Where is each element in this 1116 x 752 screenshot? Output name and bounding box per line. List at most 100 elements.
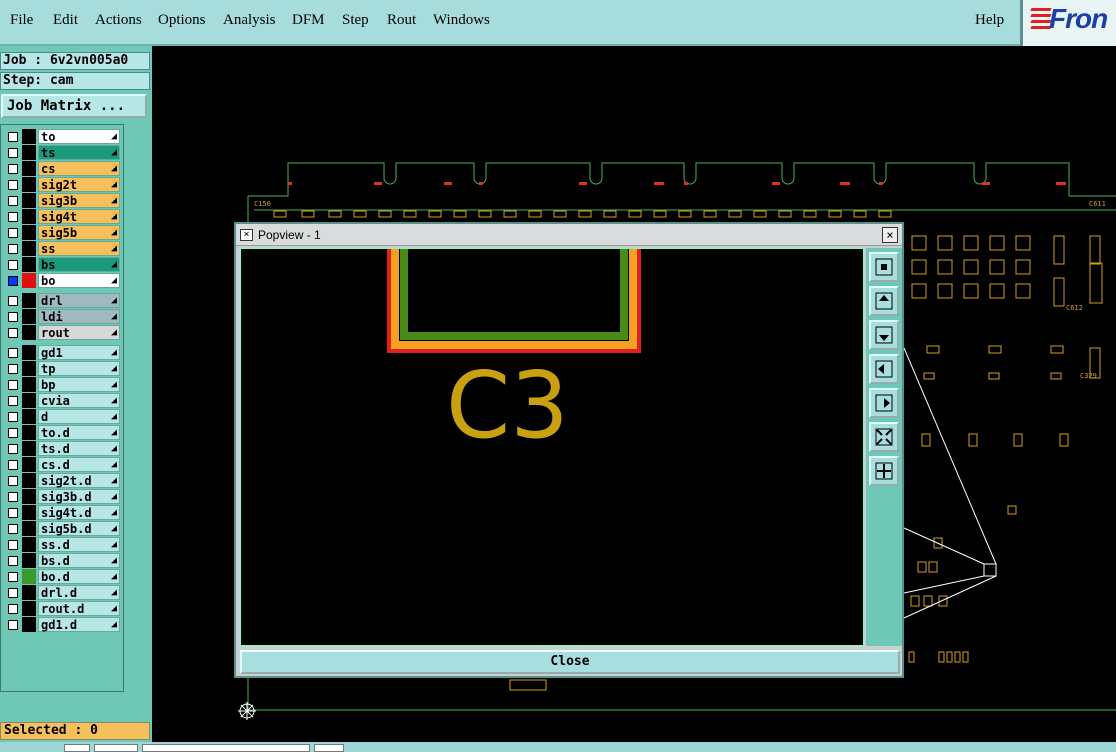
pan-up-button[interactable] xyxy=(869,286,899,316)
layer-color-swatch[interactable] xyxy=(22,193,36,208)
layer-checkbox[interactable] xyxy=(8,296,18,306)
layer-row-drl-d[interactable]: drl.d ◢ xyxy=(3,585,121,600)
layer-checkbox[interactable] xyxy=(8,508,18,518)
layer-color-swatch[interactable] xyxy=(22,457,36,472)
layer-color-swatch[interactable] xyxy=(22,145,36,160)
popview-title[interactable]: Popview - 1 xyxy=(236,224,902,246)
layer-row-bs-d[interactable]: bs.d ◢ xyxy=(3,553,121,568)
menu-edit[interactable]: Edit xyxy=(53,12,78,29)
layer-checkbox[interactable] xyxy=(8,604,18,614)
layer-checkbox[interactable] xyxy=(8,524,18,534)
layer-checkbox[interactable] xyxy=(8,620,18,630)
layer-checkbox[interactable] xyxy=(8,260,18,270)
layer-row-bp[interactable]: bp ◢ xyxy=(3,377,121,392)
layer-name[interactable]: ts.d ◢ xyxy=(38,441,120,456)
layer-name[interactable]: drl.d ◢ xyxy=(38,585,120,600)
layer-name[interactable]: bs.d ◢ xyxy=(38,553,120,568)
layer-color-swatch[interactable] xyxy=(22,325,36,340)
layer-color-swatch[interactable] xyxy=(22,425,36,440)
window-close-icon[interactable]: × xyxy=(882,227,898,243)
layer-row-bs[interactable]: bs ◢ xyxy=(3,257,121,272)
layer-name[interactable]: cvia ◢ xyxy=(38,393,120,408)
layer-row-sig5b-d[interactable]: sig5b.d ◢ xyxy=(3,521,121,536)
layer-checkbox[interactable] xyxy=(8,492,18,502)
layer-name[interactable]: sig5b ◢ xyxy=(38,225,120,240)
pan-down-button[interactable] xyxy=(869,320,899,350)
layer-row-sig3b-d[interactable]: sig3b.d ◢ xyxy=(3,489,121,504)
layer-name[interactable]: to ◢ xyxy=(38,129,120,144)
menu-analysis[interactable]: Analysis xyxy=(223,12,276,29)
layer-row-ts[interactable]: ts ◢ xyxy=(3,145,121,160)
layer-color-swatch[interactable] xyxy=(22,521,36,536)
layer-color-swatch[interactable] xyxy=(22,345,36,360)
layer-checkbox[interactable] xyxy=(8,164,18,174)
layer-row-cvia[interactable]: cvia ◢ xyxy=(3,393,121,408)
layer-name[interactable]: bo.d ◢ xyxy=(38,569,120,584)
layer-color-swatch[interactable] xyxy=(22,177,36,192)
layer-color-swatch[interactable] xyxy=(22,553,36,568)
layer-color-swatch[interactable] xyxy=(22,585,36,600)
pan-left-button[interactable] xyxy=(869,354,899,384)
layer-checkbox[interactable] xyxy=(8,460,18,470)
layer-name[interactable]: bo ◢ xyxy=(38,273,120,288)
menu-rout[interactable]: Rout xyxy=(387,12,416,29)
layer-name[interactable]: sig2t ◢ xyxy=(38,177,120,192)
layer-row-to[interactable]: to ◢ xyxy=(3,129,121,144)
job-matrix-button[interactable]: Job Matrix ... xyxy=(1,94,147,118)
layer-name[interactable]: ts ◢ xyxy=(38,145,120,160)
layer-checkbox[interactable] xyxy=(8,380,18,390)
layer-row-to-d[interactable]: to.d ◢ xyxy=(3,425,121,440)
layer-row-sig4t-d[interactable]: sig4t.d ◢ xyxy=(3,505,121,520)
zoom-out-button[interactable] xyxy=(869,456,899,486)
zoom-fit-button[interactable] xyxy=(869,252,899,282)
menu-help[interactable]: Help xyxy=(975,12,1004,29)
layer-checkbox[interactable] xyxy=(8,148,18,158)
layer-row-sig4t[interactable]: sig4t ◢ xyxy=(3,209,121,224)
layer-row-sig2t-d[interactable]: sig2t.d ◢ xyxy=(3,473,121,488)
layer-checkbox[interactable] xyxy=(8,228,18,238)
layer-name[interactable]: drl ◢ xyxy=(38,293,120,308)
layer-name[interactable]: sig3b.d ◢ xyxy=(38,489,120,504)
layer-checkbox[interactable] xyxy=(8,212,18,222)
layer-color-swatch[interactable] xyxy=(22,489,36,504)
layer-row-rout-d[interactable]: rout.d ◢ xyxy=(3,601,121,616)
layer-checkbox[interactable] xyxy=(8,312,18,322)
layer-row-cs-d[interactable]: cs.d ◢ xyxy=(3,457,121,472)
popview-close-button[interactable]: Close xyxy=(240,650,900,674)
layer-checkbox[interactable] xyxy=(8,364,18,374)
layer-name[interactable]: ss.d ◢ xyxy=(38,537,120,552)
layer-color-swatch[interactable] xyxy=(22,129,36,144)
layer-row-drl[interactable]: drl ◢ xyxy=(3,293,121,308)
layer-color-swatch[interactable] xyxy=(22,225,36,240)
layer-color-swatch[interactable] xyxy=(22,441,36,456)
menu-file[interactable]: File xyxy=(10,12,33,29)
layer-name[interactable]: ss ◢ xyxy=(38,241,120,256)
layer-color-swatch[interactable] xyxy=(22,361,36,376)
layer-row-gd1-d[interactable]: gd1.d ◢ xyxy=(3,617,121,632)
layer-checkbox[interactable] xyxy=(8,244,18,254)
layer-color-swatch[interactable] xyxy=(22,393,36,408)
layer-checkbox[interactable] xyxy=(8,588,18,598)
layer-color-swatch[interactable] xyxy=(22,537,36,552)
layer-checkbox[interactable] xyxy=(8,396,18,406)
status-slot-4[interactable] xyxy=(314,744,344,752)
layer-checkbox[interactable] xyxy=(8,132,18,142)
layer-name[interactable]: bs ◢ xyxy=(38,257,120,272)
layer-color-swatch[interactable] xyxy=(22,601,36,616)
layer-name[interactable]: tp ◢ xyxy=(38,361,120,376)
layer-color-swatch[interactable] xyxy=(22,273,36,288)
layer-checkbox[interactable] xyxy=(8,196,18,206)
layer-name[interactable]: sig4t ◢ xyxy=(38,209,120,224)
layer-color-swatch[interactable] xyxy=(22,617,36,632)
layer-color-swatch[interactable] xyxy=(22,377,36,392)
status-slot-3[interactable] xyxy=(142,744,310,752)
status-slot-2[interactable] xyxy=(94,744,138,752)
layer-row-gd1[interactable]: gd1 ◢ xyxy=(3,345,121,360)
menu-windows[interactable]: Windows xyxy=(433,12,490,29)
layer-name[interactable]: rout ◢ xyxy=(38,325,120,340)
zoom-in-button[interactable] xyxy=(869,422,899,452)
layer-name[interactable]: sig2t.d ◢ xyxy=(38,473,120,488)
layer-row-cs[interactable]: cs ◢ xyxy=(3,161,121,176)
layer-name[interactable]: cs ◢ xyxy=(38,161,120,176)
window-menu-icon[interactable]: × xyxy=(240,229,253,241)
